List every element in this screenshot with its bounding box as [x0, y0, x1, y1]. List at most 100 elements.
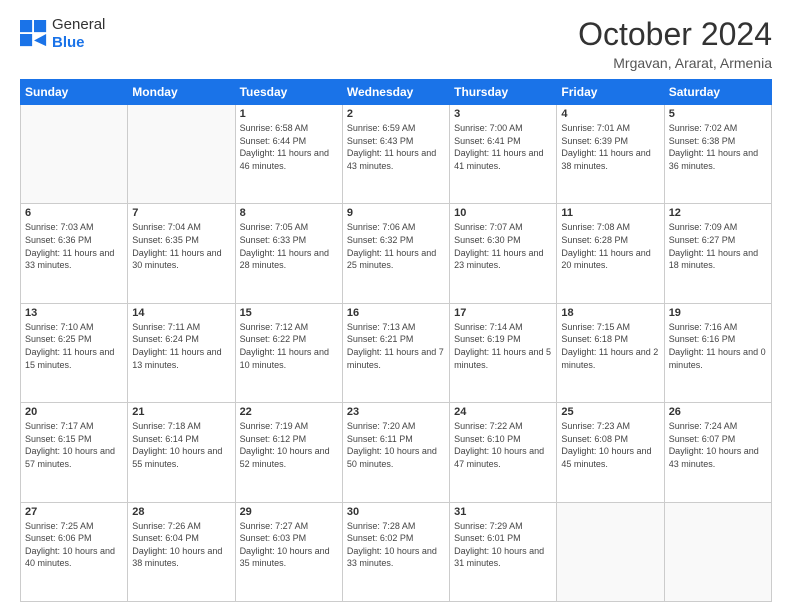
day-number: 21 — [132, 406, 230, 418]
day-info: Sunrise: 7:14 AMSunset: 6:19 PMDaylight:… — [454, 321, 552, 371]
table-row: 13 Sunrise: 7:10 AMSunset: 6:25 PMDayligh… — [21, 303, 128, 402]
day-number: 20 — [25, 406, 123, 418]
table-row: 8 Sunrise: 7:05 AMSunset: 6:33 PMDaylight… — [235, 204, 342, 303]
day-number: 29 — [240, 506, 338, 518]
calendar-header-row: Sunday Monday Tuesday Wednesday Thursday… — [21, 80, 772, 105]
day-number: 3 — [454, 108, 552, 120]
table-row: 28Sunrise: 7:26 AMSunset: 6:04 PMDayligh… — [128, 502, 235, 601]
day-info: Sunrise: 7:19 AMSunset: 6:12 PMDaylight:… — [240, 420, 338, 470]
day-number: 25 — [561, 406, 659, 418]
day-info: Sunrise: 6:58 AMSunset: 6:44 PMDaylight:… — [240, 122, 338, 172]
day-info: Sunrise: 7:15 AMSunset: 6:18 PMDaylight:… — [561, 321, 659, 371]
day-number: 26 — [669, 406, 767, 418]
day-info: Sunrise: 7:02 AMSunset: 6:38 PMDaylight:… — [669, 122, 767, 172]
col-saturday: Saturday — [664, 80, 771, 105]
day-number: 5 — [669, 108, 767, 120]
table-row: 17 Sunrise: 7:14 AMSunset: 6:19 PMDayligh… — [450, 303, 557, 402]
day-number: 1 — [240, 108, 338, 120]
col-monday: Monday — [128, 80, 235, 105]
logo-blue: Blue — [52, 34, 105, 52]
day-info: Sunrise: 7:16 AMSunset: 6:16 PMDaylight:… — [669, 321, 767, 371]
table-row: 21 Sunrise: 7:18 AMSunset: 6:14 PMDayligh… — [128, 403, 235, 502]
day-info: Sunrise: 6:59 AMSunset: 6:43 PMDaylight:… — [347, 122, 445, 172]
day-info: Sunrise: 7:00 AMSunset: 6:41 PMDaylight:… — [454, 122, 552, 172]
day-number: 18 — [561, 307, 659, 319]
table-row: 4 Sunrise: 7:01 AMSunset: 6:39 PMDaylight… — [557, 105, 664, 204]
day-info: Sunrise: 7:17 AMSunset: 6:15 PMDaylight:… — [25, 420, 123, 470]
logo: General Blue — [20, 16, 105, 52]
table-row: 10Sunrise: 7:07 AMSunset: 6:30 PMDayligh… — [450, 204, 557, 303]
logo-general: General — [52, 16, 105, 34]
table-row: 12Sunrise: 7:09 AMSunset: 6:27 PMDayligh… — [664, 204, 771, 303]
table-row — [664, 502, 771, 601]
day-info: Sunrise: 7:06 AMSunset: 6:32 PMDaylight:… — [347, 221, 445, 271]
day-number: 6 — [25, 207, 123, 219]
calendar-week-row: 13 Sunrise: 7:10 AMSunset: 6:25 PMDayligh… — [21, 303, 772, 402]
table-row: 29 Sunrise: 7:27 AMSunset: 6:03 PMDayligh… — [235, 502, 342, 601]
day-number: 24 — [454, 406, 552, 418]
day-number: 4 — [561, 108, 659, 120]
table-row: 25Sunrise: 7:23 AMSunset: 6:08 PMDayligh… — [557, 403, 664, 502]
day-number: 7 — [132, 207, 230, 219]
month-title: October 2024 — [578, 16, 772, 53]
day-info: Sunrise: 7:26 AMSunset: 6:04 PMDaylight:… — [132, 520, 230, 570]
table-row: 3 Sunrise: 7:00 AMSunset: 6:41 PMDaylight… — [450, 105, 557, 204]
calendar-week-row: 27Sunrise: 7:25 AMSunset: 6:06 PMDayligh… — [21, 502, 772, 601]
table-row: 18 Sunrise: 7:15 AMSunset: 6:18 PMDayligh… — [557, 303, 664, 402]
table-row — [128, 105, 235, 204]
table-row: 22 Sunrise: 7:19 AMSunset: 6:12 PMDayligh… — [235, 403, 342, 502]
day-number: 2 — [347, 108, 445, 120]
day-number: 14 — [132, 307, 230, 319]
table-row — [557, 502, 664, 601]
table-row: 31 Sunrise: 7:29 AMSunset: 6:01 PMDayligh… — [450, 502, 557, 601]
col-friday: Friday — [557, 80, 664, 105]
day-number: 15 — [240, 307, 338, 319]
day-number: 19 — [669, 307, 767, 319]
day-info: Sunrise: 7:28 AMSunset: 6:02 PMDaylight:… — [347, 520, 445, 570]
day-number: 31 — [454, 506, 552, 518]
header: General Blue October 2024 Mrgavan, Arara… — [20, 16, 772, 71]
table-row: 1 Sunrise: 6:58 AMSunset: 6:44 PMDaylight… — [235, 105, 342, 204]
day-number: 17 — [454, 307, 552, 319]
table-row: 7 Sunrise: 7:04 AMSunset: 6:35 PMDaylight… — [128, 204, 235, 303]
col-sunday: Sunday — [21, 80, 128, 105]
calendar-week-row: 6 Sunrise: 7:03 AMSunset: 6:36 PMDaylight… — [21, 204, 772, 303]
col-tuesday: Tuesday — [235, 80, 342, 105]
table-row: 23Sunrise: 7:20 AMSunset: 6:11 PMDayligh… — [342, 403, 449, 502]
col-wednesday: Wednesday — [342, 80, 449, 105]
table-row: 27Sunrise: 7:25 AMSunset: 6:06 PMDayligh… — [21, 502, 128, 601]
day-info: Sunrise: 7:09 AMSunset: 6:27 PMDaylight:… — [669, 221, 767, 271]
logo-text: General Blue — [52, 16, 105, 52]
table-row: 30 Sunrise: 7:28 AMSunset: 6:02 PMDayligh… — [342, 502, 449, 601]
day-info: Sunrise: 7:11 AMSunset: 6:24 PMDaylight:… — [132, 321, 230, 371]
day-number: 16 — [347, 307, 445, 319]
day-number: 30 — [347, 506, 445, 518]
col-thursday: Thursday — [450, 80, 557, 105]
day-info: Sunrise: 7:04 AMSunset: 6:35 PMDaylight:… — [132, 221, 230, 271]
day-info: Sunrise: 7:29 AMSunset: 6:01 PMDaylight:… — [454, 520, 552, 570]
day-number: 11 — [561, 207, 659, 219]
day-number: 23 — [347, 406, 445, 418]
logo-icon — [20, 20, 48, 48]
title-area: October 2024 Mrgavan, Ararat, Armenia — [578, 16, 772, 71]
day-info: Sunrise: 7:10 AMSunset: 6:25 PMDaylight:… — [25, 321, 123, 371]
day-info: Sunrise: 7:07 AMSunset: 6:30 PMDaylight:… — [454, 221, 552, 271]
calendar-week-row: 1 Sunrise: 6:58 AMSunset: 6:44 PMDaylight… — [21, 105, 772, 204]
table-row: 11Sunrise: 7:08 AMSunset: 6:28 PMDayligh… — [557, 204, 664, 303]
day-info: Sunrise: 7:22 AMSunset: 6:10 PMDaylight:… — [454, 420, 552, 470]
table-row: 16Sunrise: 7:13 AMSunset: 6:21 PMDayligh… — [342, 303, 449, 402]
table-row: 24 Sunrise: 7:22 AMSunset: 6:10 PMDayligh… — [450, 403, 557, 502]
day-number: 13 — [25, 307, 123, 319]
day-info: Sunrise: 7:18 AMSunset: 6:14 PMDaylight:… — [132, 420, 230, 470]
table-row: 9Sunrise: 7:06 AMSunset: 6:32 PMDaylight… — [342, 204, 449, 303]
day-info: Sunrise: 7:05 AMSunset: 6:33 PMDaylight:… — [240, 221, 338, 271]
day-info: Sunrise: 7:01 AMSunset: 6:39 PMDaylight:… — [561, 122, 659, 172]
table-row: 19 Sunrise: 7:16 AMSunset: 6:16 PMDayligh… — [664, 303, 771, 402]
day-info: Sunrise: 7:25 AMSunset: 6:06 PMDaylight:… — [25, 520, 123, 570]
day-number: 22 — [240, 406, 338, 418]
table-row — [21, 105, 128, 204]
day-number: 8 — [240, 207, 338, 219]
table-row: 15Sunrise: 7:12 AMSunset: 6:22 PMDayligh… — [235, 303, 342, 402]
day-info: Sunrise: 7:27 AMSunset: 6:03 PMDaylight:… — [240, 520, 338, 570]
day-info: Sunrise: 7:03 AMSunset: 6:36 PMDaylight:… — [25, 221, 123, 271]
